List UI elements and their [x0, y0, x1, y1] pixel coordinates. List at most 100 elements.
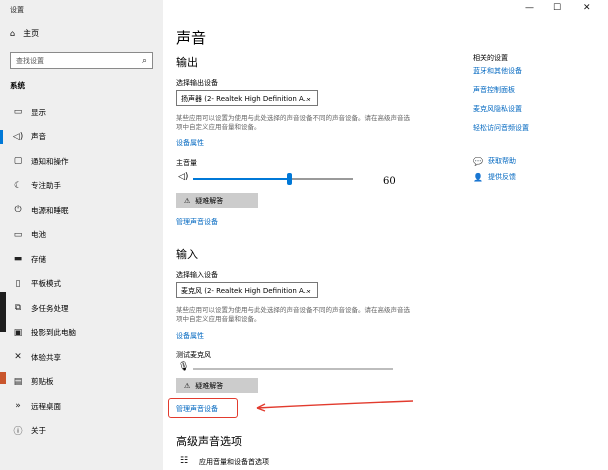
moon-icon: ☾	[13, 180, 23, 191]
app-volume-preferences-item[interactable]: 应用音量和设备首选项	[199, 457, 269, 467]
storage-icon: ▬	[13, 254, 23, 265]
sidebar-item-label: 平板模式	[31, 279, 61, 289]
sidebar-item-notifications[interactable]: ▢ 通知和操作	[0, 149, 163, 174]
volume-slider[interactable]	[193, 173, 353, 185]
monitor-icon: ▭	[13, 107, 23, 118]
related-link-ease-of-access-audio[interactable]: 轻松访问音频设置	[473, 123, 529, 133]
sidebar-item-about[interactable]: ⓘ 关于	[0, 419, 163, 444]
sidebar-item-shared-experiences[interactable]: ✕ 体验共享	[0, 345, 163, 370]
sidebar-item-display[interactable]: ▭ 显示	[0, 100, 163, 125]
page-title: 声音	[176, 29, 207, 47]
feedback-icon: 👤	[473, 172, 483, 182]
volume-icon: ◁)	[178, 172, 189, 182]
input-device-dropdown[interactable]: 麦克风 (2- Realtek High Definition A... ⌄	[176, 282, 318, 298]
input-troubleshoot-button[interactable]: ⚠ 疑难解答	[176, 378, 258, 393]
mic-level-meter	[193, 368, 393, 370]
get-help-label: 获取帮助	[488, 157, 516, 165]
sidebar-item-label: 存储	[31, 254, 46, 264]
output-troubleshoot-button[interactable]: ⚠ 疑难解答	[176, 193, 258, 208]
multitask-icon: ⧉	[14, 303, 22, 314]
sidebar-item-label: 电池	[31, 230, 46, 240]
sidebar-item-focus-assist[interactable]: ☾ 专注助手	[0, 174, 163, 199]
related-settings-title: 相关的设置	[473, 54, 508, 62]
sidebar-item-battery[interactable]: ▭ 电池	[0, 223, 163, 248]
related-link-bluetooth[interactable]: 蓝牙和其他设备	[473, 66, 522, 76]
input-device-properties-link[interactable]: 设备属性	[176, 331, 204, 341]
sidebar-item-label: 专注助手	[31, 181, 61, 191]
sidebar-item-label: 显示	[31, 107, 46, 117]
sidebar-item-label: 电源和睡眠	[31, 205, 69, 215]
output-device-value: 扬声器 (2- Realtek High Definition A...	[181, 95, 311, 103]
chevron-down-icon: ⌄	[305, 285, 312, 294]
battery-icon: ▭	[13, 229, 23, 240]
sidebar-item-remote-desktop[interactable]: » 远程桌面	[0, 394, 163, 419]
project-icon: ▣	[13, 327, 23, 338]
speaker-icon: ◁)	[12, 131, 24, 142]
volume-slider-fill	[193, 178, 289, 180]
chevron-down-icon: ⌄	[305, 93, 312, 102]
test-mic-label: 测试麦克风	[176, 351, 211, 359]
output-manage-devices-link[interactable]: 管理声音设备	[176, 217, 218, 227]
give-feedback-label: 提供反馈	[488, 173, 516, 181]
related-link-sound-control-panel[interactable]: 声音控制面板	[473, 85, 515, 95]
info-icon: ⓘ	[13, 427, 23, 438]
input-device-value: 麦克风 (2- Realtek High Definition A...	[181, 287, 311, 295]
related-link-mic-privacy[interactable]: 麦克风隐私设置	[473, 104, 522, 114]
remote-icon: »	[15, 401, 21, 412]
home-label: 主页	[23, 29, 40, 38]
help-icon: 💬	[473, 156, 483, 166]
share-icon: ✕	[14, 352, 22, 363]
annotation-arrow	[256, 400, 413, 412]
output-note: 某些应用可以设置为使用与此处选择的声音设备不同的声音设备。请在高级声音选项中自定…	[176, 114, 410, 131]
sidebar-item-label: 多任务处理	[31, 303, 69, 313]
get-help-link[interactable]: 💬 获取帮助	[473, 156, 516, 166]
sidebar-item-storage[interactable]: ▬ 存储	[0, 247, 163, 272]
highlight-box	[168, 398, 238, 418]
output-device-label: 选择输出设备	[176, 79, 218, 87]
message-icon: ▢	[13, 156, 23, 167]
output-device-dropdown[interactable]: 扬声器 (2- Realtek High Definition A... ⌄	[176, 90, 318, 106]
sidebar-item-label: 远程桌面	[31, 401, 61, 411]
sidebar-item-projecting[interactable]: ▣ 投影到此电脑	[0, 321, 163, 346]
output-device-properties-link[interactable]: 设备属性	[176, 138, 204, 148]
advanced-heading: 高级声音选项	[176, 435, 242, 448]
tablet-icon: ▯	[15, 278, 21, 289]
input-note: 某些应用可以设置为使用与此处选择的声音设备不同的声音设备。请在高级声音选项中自定…	[176, 306, 410, 323]
mixer-icon: ☷	[180, 456, 189, 466]
sidebar-item-clipboard[interactable]: ▤ 剪贴板	[0, 370, 163, 395]
sidebar: 设置 ⌂ 主页 查找设置 ⌕ 系统 ▭ 显示 ◁) 声音 ▢ 通知和操作 ☾ 专…	[0, 0, 163, 470]
settings-window: 设置 ⌂ 主页 查找设置 ⌕ 系统 ▭ 显示 ◁) 声音 ▢ 通知和操作 ☾ 专…	[0, 0, 608, 470]
main-content: 声音 输出 选择输出设备 扬声器 (2- Realtek High Defini…	[163, 0, 608, 470]
search-input[interactable]: 查找设置 ⌕	[10, 52, 153, 69]
volume-label: 主音量	[176, 159, 197, 167]
sidebar-item-label: 投影到此电脑	[31, 328, 76, 338]
power-icon: ⏻	[14, 205, 22, 216]
background-strip	[0, 372, 6, 384]
troubleshoot-label: 疑难解答	[195, 381, 224, 390]
input-heading: 输入	[176, 248, 198, 261]
give-feedback-link[interactable]: 👤 提供反馈	[473, 172, 516, 182]
warning-icon: ⚠	[184, 196, 191, 205]
sidebar-item-power-sleep[interactable]: ⏻ 电源和睡眠	[0, 198, 163, 223]
output-heading: 输出	[176, 56, 198, 69]
sidebar-item-label: 关于	[31, 426, 46, 436]
sidebar-item-label: 体验共享	[31, 352, 61, 362]
search-placeholder: 查找设置	[16, 57, 44, 65]
input-device-label: 选择输入设备	[176, 271, 218, 279]
window-title: 设置	[10, 6, 24, 14]
microphone-icon: 🎙	[178, 362, 190, 372]
troubleshoot-label: 疑难解答	[195, 196, 224, 205]
warning-icon: ⚠	[184, 381, 191, 390]
search-icon: ⌕	[141, 56, 147, 66]
sidebar-item-label: 声音	[31, 132, 46, 142]
volume-slider-thumb[interactable]	[287, 173, 292, 185]
volume-value: 60	[383, 176, 396, 187]
sidebar-nav: ▭ 显示 ◁) 声音 ▢ 通知和操作 ☾ 专注助手 ⏻ 电源和睡眠 ▭ 电池 ▬…	[0, 100, 163, 443]
sidebar-item-multitasking[interactable]: ⧉ 多任务处理	[0, 296, 163, 321]
sidebar-section-label: 系统	[10, 81, 25, 90]
sidebar-item-sound[interactable]: ◁) 声音	[0, 125, 163, 150]
home-nav-item[interactable]: ⌂ 主页	[10, 28, 39, 39]
sidebar-item-label: 剪贴板	[31, 377, 54, 387]
sidebar-item-label: 通知和操作	[31, 156, 69, 166]
sidebar-item-tablet-mode[interactable]: ▯ 平板模式	[0, 272, 163, 297]
